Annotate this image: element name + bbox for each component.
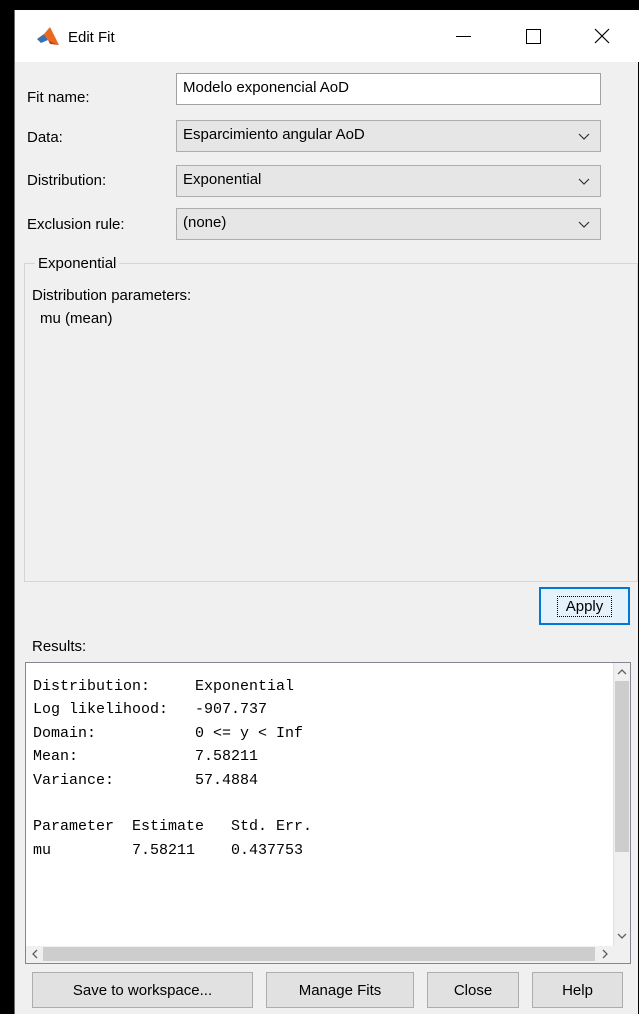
scroll-down-icon[interactable]	[616, 930, 628, 942]
distribution-select[interactable]: Exponential	[176, 165, 601, 197]
matlab-logo-icon	[37, 27, 59, 45]
results-line: ​	[33, 792, 312, 815]
scroll-up-icon[interactable]	[616, 666, 628, 678]
results-label: Results:	[32, 638, 87, 655]
edit-fit-window: Edit Fit Fit name: Modelo exponencial Ao…	[14, 10, 639, 1014]
horizontal-scroll-thumb[interactable]	[43, 947, 595, 961]
fit-name-input[interactable]: Modelo exponencial AoD	[176, 73, 601, 105]
parameter-mu-label: mu (mean)	[40, 310, 113, 327]
minimize-icon	[455, 35, 471, 37]
chevron-down-icon	[578, 178, 590, 185]
results-line: mu 7.58211 0.437753	[33, 841, 304, 859]
data-label: Data:	[27, 129, 63, 146]
exclusion-rule-select-value: (none)	[183, 214, 227, 231]
results-line: Mean: 7.58211	[33, 748, 259, 766]
scrollbar-corner	[613, 946, 630, 963]
results-line: Distribution: Exponential	[33, 678, 295, 695]
results-line: Parameter Estimate Std. Err.	[33, 818, 313, 836]
title-bar[interactable]: Edit Fit	[15, 10, 639, 62]
vertical-scroll-thumb[interactable]	[615, 681, 629, 852]
save-to-workspace-button[interactable]: Save to workspace...	[32, 972, 253, 1008]
parameters-group-title: Exponential	[35, 255, 120, 272]
close-window-button[interactable]	[579, 10, 625, 62]
window-title: Edit Fit	[68, 29, 115, 46]
fit-name-label: Fit name:	[27, 89, 90, 106]
distribution-select-value: Exponential	[183, 171, 262, 188]
apply-button[interactable]: Apply	[539, 587, 630, 625]
maximize-button[interactable]	[510, 10, 556, 62]
manage-fits-button[interactable]: Manage Fits	[266, 972, 414, 1008]
vertical-scrollbar[interactable]	[613, 663, 630, 946]
results-line: Log likelihood: -907.737	[33, 701, 268, 719]
close-label: Close	[453, 981, 493, 999]
chevron-down-icon	[578, 133, 590, 140]
results-line: Domain: 0 <= y < Inf	[33, 724, 304, 742]
distribution-label: Distribution:	[27, 172, 107, 189]
help-label: Help	[562, 981, 593, 999]
close-button[interactable]: Close	[427, 972, 519, 1008]
close-icon	[594, 28, 610, 44]
save-to-workspace-label: Save to workspace...	[72, 981, 213, 999]
parameters-group	[24, 263, 638, 582]
help-button[interactable]: Help	[532, 972, 623, 1008]
scroll-right-icon[interactable]	[599, 948, 611, 960]
manage-fits-label: Manage Fits	[298, 981, 382, 999]
scroll-left-icon[interactable]	[29, 948, 41, 960]
apply-button-label: Apply	[556, 595, 613, 617]
results-text: Distribution: Exponential Log likelihood:…	[33, 675, 312, 862]
horizontal-scrollbar[interactable]	[26, 946, 630, 963]
data-select[interactable]: Esparcimiento angular AoD	[176, 120, 601, 152]
exclusion-rule-label: Exclusion rule:	[27, 216, 125, 233]
data-select-value: Esparcimiento angular AoD	[183, 126, 365, 143]
minimize-button[interactable]	[440, 10, 486, 62]
results-line: Variance: 57.4884	[33, 771, 259, 789]
chevron-down-icon	[578, 221, 590, 228]
fit-name-value: Modelo exponencial AoD	[183, 79, 349, 96]
maximize-icon	[525, 28, 541, 44]
distribution-parameters-heading: Distribution parameters:	[32, 287, 192, 304]
results-textarea[interactable]: Distribution: Exponential Log likelihood:…	[25, 662, 631, 964]
exclusion-rule-select[interactable]: (none)	[176, 208, 601, 240]
